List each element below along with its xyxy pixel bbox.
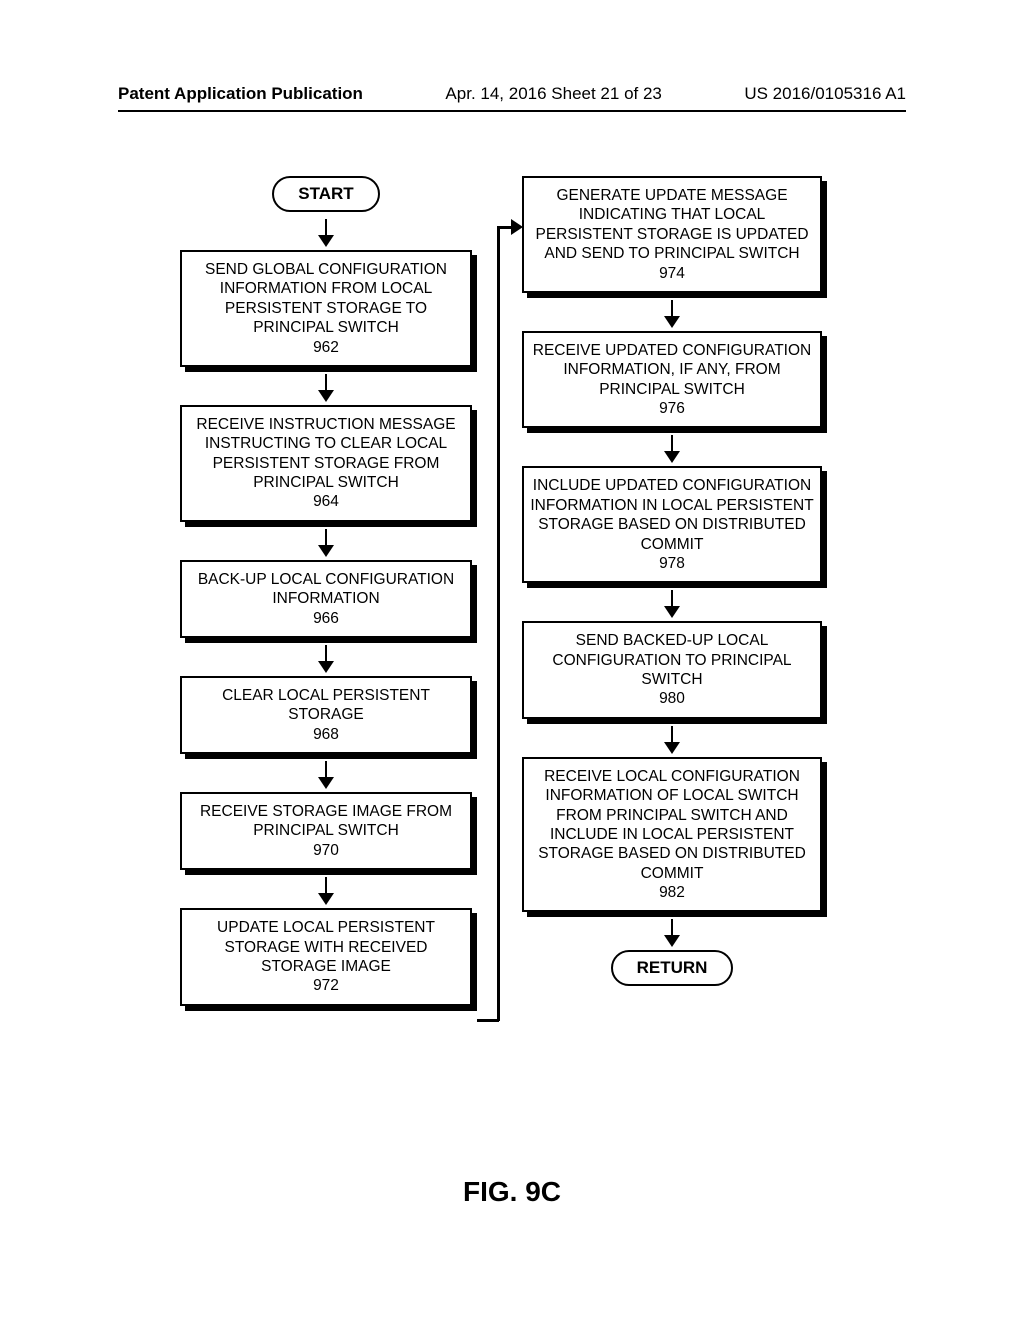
step-box: RECEIVE STORAGE IMAGE FROM PRINCIPAL SWI… <box>180 792 472 870</box>
arrow-icon <box>522 725 822 755</box>
arrow-icon <box>522 434 822 464</box>
flow-column-right: GENERATE UPDATE MESSAGE INDICATING THAT … <box>522 176 822 992</box>
arrow-icon <box>180 373 472 403</box>
arrow-icon <box>522 299 822 329</box>
step-box: BACK-UP LOCAL CONFIGURATION INFORMATION9… <box>180 560 472 638</box>
step-box: RECEIVE INSTRUCTION MESSAGE INSTRUCTING … <box>180 405 472 522</box>
header-center: Apr. 14, 2016 Sheet 21 of 23 <box>445 84 661 104</box>
step-976: RECEIVE UPDATED CONFIGURATION INFORMATIO… <box>522 331 822 429</box>
arrow-icon <box>180 218 472 248</box>
step-972: UPDATE LOCAL PERSISTENT STORAGE WITH REC… <box>180 908 472 1006</box>
return-terminal: RETURN <box>611 950 734 986</box>
arrow-icon <box>180 760 472 790</box>
step-978: INCLUDE UPDATED CONFIGURATION INFORMATIO… <box>522 466 822 583</box>
step-box: RECEIVE LOCAL CONFIGURATION INFORMATION … <box>522 757 822 913</box>
flow-column-left: START SEND GLOBAL CONFIGURATION INFORMAT… <box>180 176 472 1012</box>
figure-label: FIG. 9C <box>0 1176 1024 1208</box>
step-box: CLEAR LOCAL PERSISTENT STORAGE968 <box>180 676 472 754</box>
step-970: RECEIVE STORAGE IMAGE FROM PRINCIPAL SWI… <box>180 792 472 870</box>
arrow-icon <box>522 918 822 948</box>
page-header: Patent Application Publication Apr. 14, … <box>0 84 1024 104</box>
step-box: GENERATE UPDATE MESSAGE INDICATING THAT … <box>522 176 822 293</box>
step-box: SEND GLOBAL CONFIGURATION INFORMATION FR… <box>180 250 472 367</box>
header-right: US 2016/0105316 A1 <box>744 84 906 104</box>
connector-972-to-974 <box>477 226 522 1126</box>
step-964: RECEIVE INSTRUCTION MESSAGE INSTRUCTING … <box>180 405 472 522</box>
step-box: RECEIVE UPDATED CONFIGURATION INFORMATIO… <box>522 331 822 429</box>
step-966: BACK-UP LOCAL CONFIGURATION INFORMATION9… <box>180 560 472 638</box>
step-box: INCLUDE UPDATED CONFIGURATION INFORMATIO… <box>522 466 822 583</box>
header-left: Patent Application Publication <box>118 84 363 104</box>
return-terminal-wrap: RETURN <box>522 950 822 986</box>
step-982: RECEIVE LOCAL CONFIGURATION INFORMATION … <box>522 757 822 913</box>
step-box: UPDATE LOCAL PERSISTENT STORAGE WITH REC… <box>180 908 472 1006</box>
flowchart: START SEND GLOBAL CONFIGURATION INFORMAT… <box>180 176 844 1176</box>
header-rule <box>118 110 906 112</box>
step-974: GENERATE UPDATE MESSAGE INDICATING THAT … <box>522 176 822 293</box>
step-962: SEND GLOBAL CONFIGURATION INFORMATION FR… <box>180 250 472 367</box>
arrow-icon <box>180 876 472 906</box>
step-980: SEND BACKED-UP LOCAL CONFIGURATION TO PR… <box>522 621 822 719</box>
arrow-icon <box>180 644 472 674</box>
step-box: SEND BACKED-UP LOCAL CONFIGURATION TO PR… <box>522 621 822 719</box>
start-terminal-wrap: START <box>180 176 472 212</box>
arrow-icon <box>522 589 822 619</box>
arrow-icon <box>180 528 472 558</box>
step-968: CLEAR LOCAL PERSISTENT STORAGE968 <box>180 676 472 754</box>
start-terminal: START <box>272 176 379 212</box>
